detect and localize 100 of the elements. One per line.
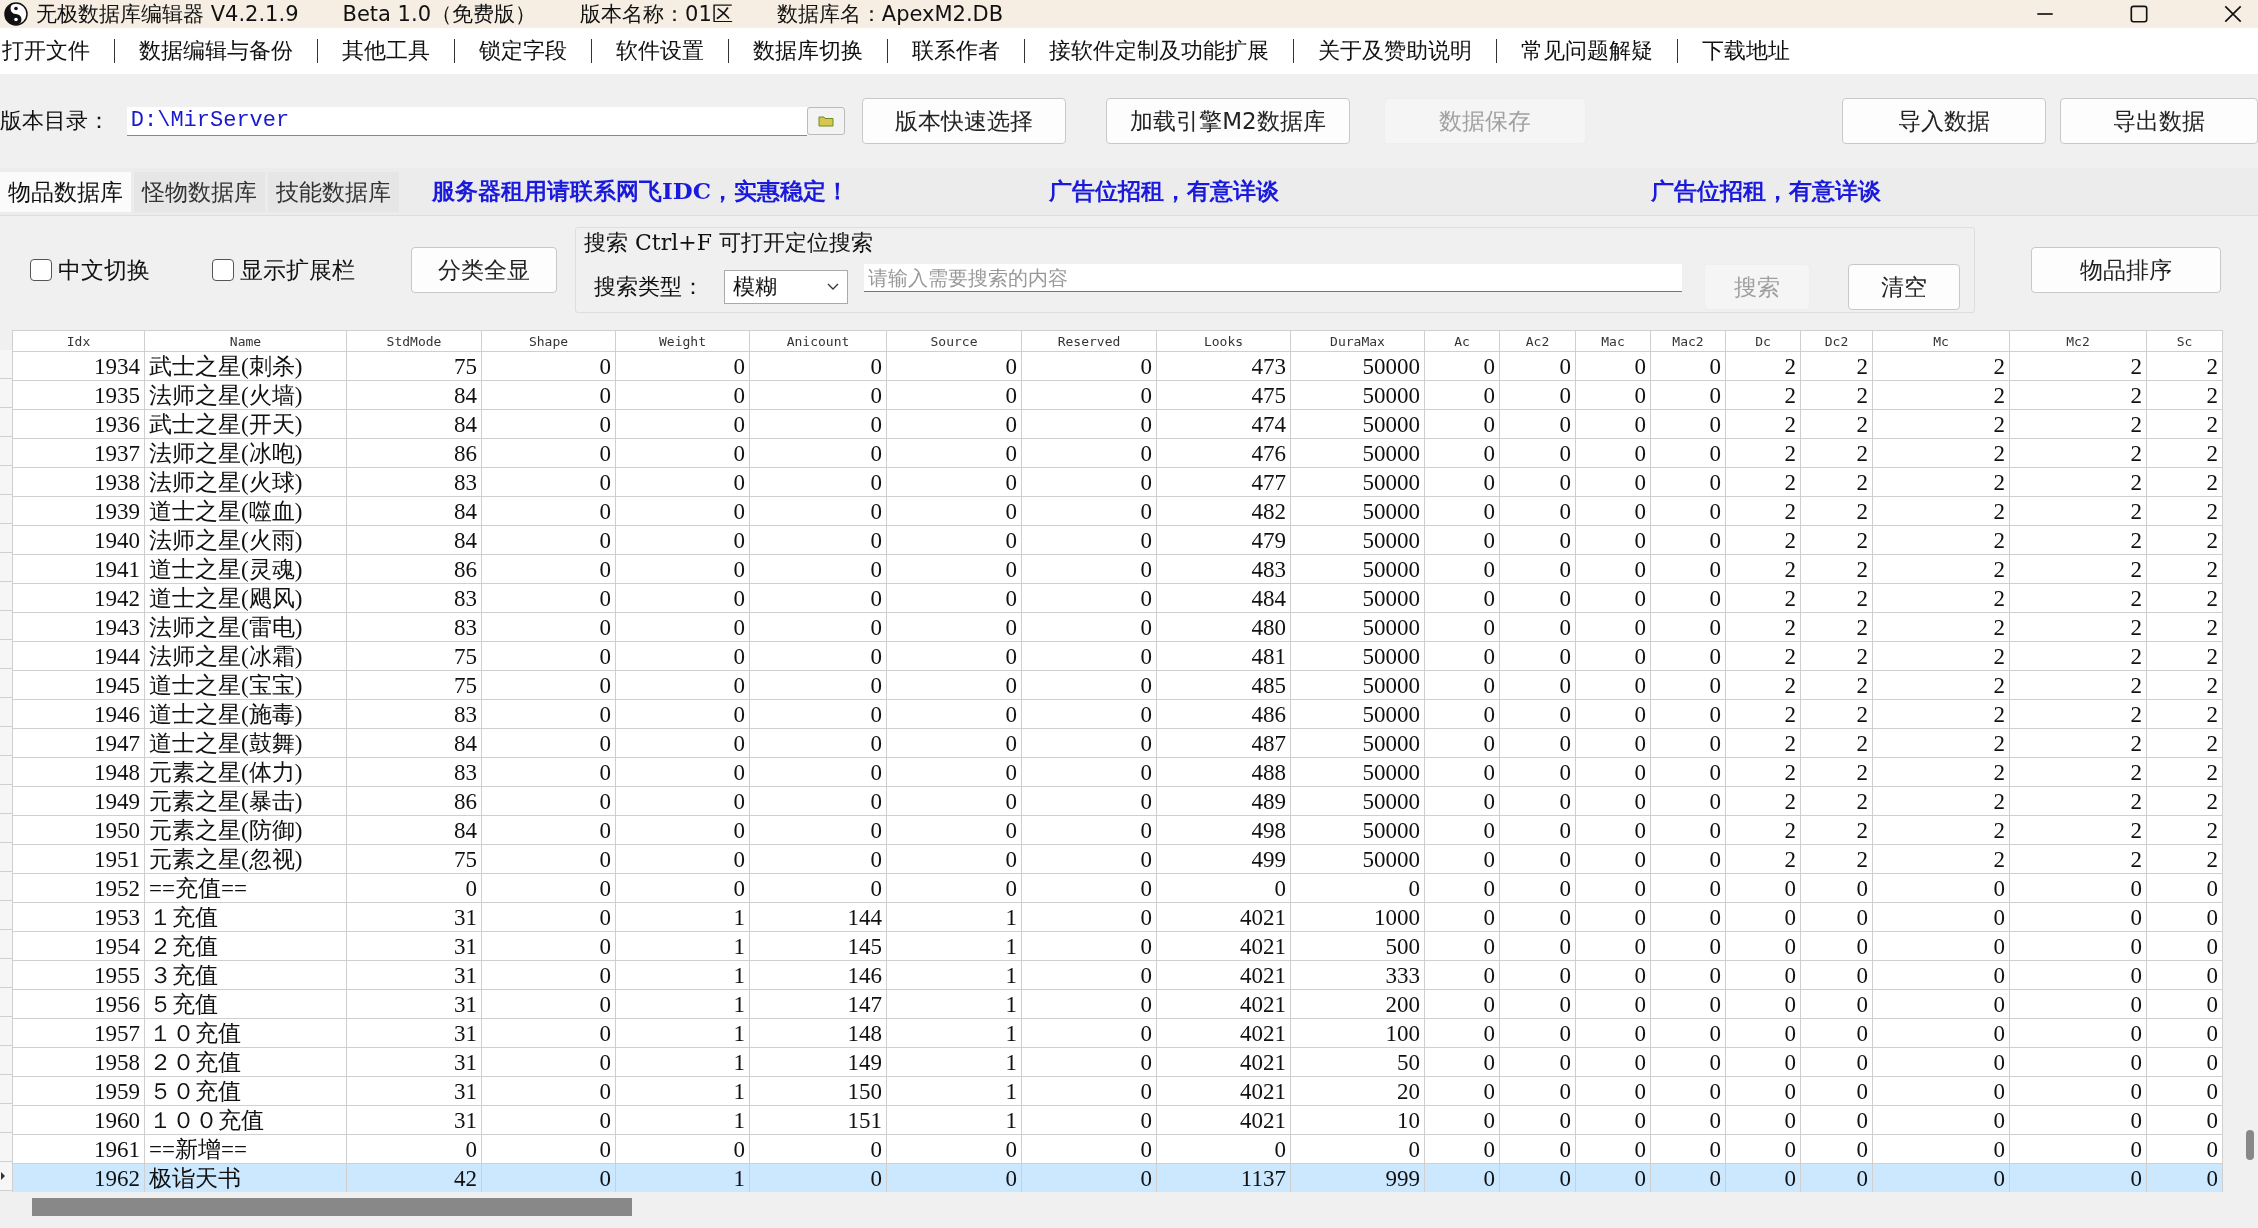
row-header[interactable] (0, 1162, 12, 1191)
column-header[interactable]: Mc (1872, 330, 2010, 352)
table-cell: 0 (1021, 728, 1157, 758)
menu-item[interactable]: 数据编辑与备份 (114, 39, 317, 63)
column-header[interactable]: StdMode (346, 330, 482, 352)
column-header[interactable]: Anicount (749, 330, 887, 352)
table-cell: 0 (481, 815, 616, 845)
toolbar-button[interactable]: 加载引擎M2数据库 (1106, 98, 1350, 144)
table-cell: 4021 (1156, 931, 1291, 961)
table-cell: 100 (1290, 1018, 1425, 1048)
table-cell: 0 (1021, 815, 1157, 845)
table-cell: 0 (749, 1134, 887, 1164)
search-button[interactable]: 清空 (1848, 264, 1960, 310)
table-cell: 0 (1499, 1076, 1576, 1106)
column-header[interactable]: Weight (615, 330, 750, 352)
table-cell: 0 (1575, 815, 1651, 845)
table-cell: 2 (2146, 525, 2223, 555)
table-cell: 0 (1424, 641, 1500, 671)
table-cell: 0 (749, 873, 887, 903)
table-cell: 50 (1290, 1047, 1425, 1077)
menu-item[interactable]: 软件设置 (591, 39, 728, 63)
table-cell: 0 (1021, 583, 1157, 613)
table-cell: 2 (1800, 699, 1873, 729)
ad-text: 广告位招租，有意详谈 (1049, 176, 1279, 206)
table-cell: 道士之星(飓风) (144, 583, 347, 613)
table-cell: 0 (1872, 1163, 2010, 1193)
table-cell: 0 (749, 380, 887, 410)
table-cell: 0 (1650, 641, 1726, 671)
tab[interactable]: 物品数据库 (0, 171, 131, 212)
column-header[interactable]: Dc (1725, 330, 1801, 352)
table-cell: １００充值 (144, 1105, 347, 1135)
menu-item[interactable]: 联系作者 (887, 39, 1024, 63)
table-cell: 0 (2146, 1018, 2223, 1048)
table-cell: 0 (886, 757, 1022, 787)
tab[interactable]: 技能数据库 (268, 171, 399, 212)
menu-item[interactable]: 打开文件 (0, 39, 114, 63)
maximize-icon[interactable] (2128, 3, 2150, 25)
table-cell: 0 (1499, 612, 1576, 642)
column-header[interactable]: DuraMax (1290, 330, 1425, 352)
column-header[interactable]: Ac (1424, 330, 1500, 352)
menu-item[interactable]: 接软件定制及功能扩展 (1024, 39, 1293, 63)
toolbar-button[interactable]: 版本快速选择 (861, 98, 1067, 144)
column-header[interactable]: Looks (1156, 330, 1291, 352)
table-cell: 1936 (12, 409, 145, 439)
table-cell: 0 (749, 467, 887, 497)
checkbox[interactable] (212, 259, 234, 281)
sort-button[interactable]: 物品排序 (2031, 247, 2221, 293)
close-icon[interactable] (2222, 3, 2244, 25)
search-type-select[interactable]: 模糊 (724, 270, 848, 304)
table-cell: 2 (1872, 467, 2010, 497)
column-header[interactable]: Source (886, 330, 1022, 352)
column-header[interactable]: Mac (1575, 330, 1651, 352)
tab[interactable]: 怪物数据库 (134, 171, 265, 212)
toolbar-button[interactable]: 导出数据 (2059, 98, 2258, 144)
table-cell: 0 (749, 1163, 887, 1193)
table-cell: 0 (1499, 960, 1576, 990)
column-header[interactable]: Mac2 (1650, 330, 1726, 352)
table-cell: 0 (886, 554, 1022, 584)
column-header[interactable]: Shape (481, 330, 616, 352)
column-header[interactable]: Reserved (1021, 330, 1157, 352)
table-cell: 2 (1725, 438, 1801, 468)
column-header[interactable]: Mc2 (2009, 330, 2147, 352)
table-cell: 31 (346, 1076, 482, 1106)
menu-item[interactable]: 关于及赞助说明 (1293, 39, 1496, 63)
column-header[interactable]: Name (144, 330, 347, 352)
show-all-button[interactable]: 分类全显 (411, 247, 557, 293)
menu-item[interactable]: 其他工具 (317, 39, 454, 63)
table-cell: 2 (2009, 728, 2147, 758)
table-cell: 0 (481, 438, 616, 468)
toolbar-button[interactable]: 导入数据 (1841, 98, 2046, 144)
path-field[interactable]: D:\MirServer (126, 106, 808, 136)
table-cell: 0 (1424, 844, 1500, 874)
table-cell: 道士之星(鼓舞) (144, 728, 347, 758)
folder-icon (818, 115, 835, 127)
table-cell: 0 (481, 960, 616, 990)
table-cell: 480 (1156, 612, 1291, 642)
table-cell: 0 (886, 612, 1022, 642)
checkbox[interactable] (30, 259, 52, 281)
table-cell: 0 (1650, 351, 1726, 381)
menu-item[interactable]: 下载地址 (1677, 39, 1814, 63)
table-cell: 2 (2009, 699, 2147, 729)
menu-item[interactable]: 常见问题解疑 (1496, 39, 1677, 63)
column-header[interactable]: Ac2 (1499, 330, 1576, 352)
table-cell: 0 (2009, 1163, 2147, 1193)
menu-item[interactable]: 数据库切换 (728, 39, 887, 63)
table-cell: 0 (1021, 699, 1157, 729)
column-header[interactable]: Dc2 (1800, 330, 1873, 352)
table-cell: 0 (1725, 1018, 1801, 1048)
column-header[interactable]: Sc (2146, 330, 2223, 352)
table-cell: 0 (481, 757, 616, 787)
menu-item[interactable]: 锁定字段 (454, 39, 591, 63)
browse-button[interactable] (807, 107, 845, 135)
table-cell: 2 (2146, 583, 2223, 613)
column-header[interactable]: Idx (12, 330, 145, 352)
table-cell: 0 (1575, 960, 1651, 990)
table-cell: 2 (2009, 438, 2147, 468)
table-cell: 0 (481, 931, 616, 961)
table-cell: 0 (1650, 960, 1726, 990)
search-field[interactable]: 请输入需要搜索的内容 (864, 264, 1682, 292)
table-cell: 0 (615, 670, 750, 700)
